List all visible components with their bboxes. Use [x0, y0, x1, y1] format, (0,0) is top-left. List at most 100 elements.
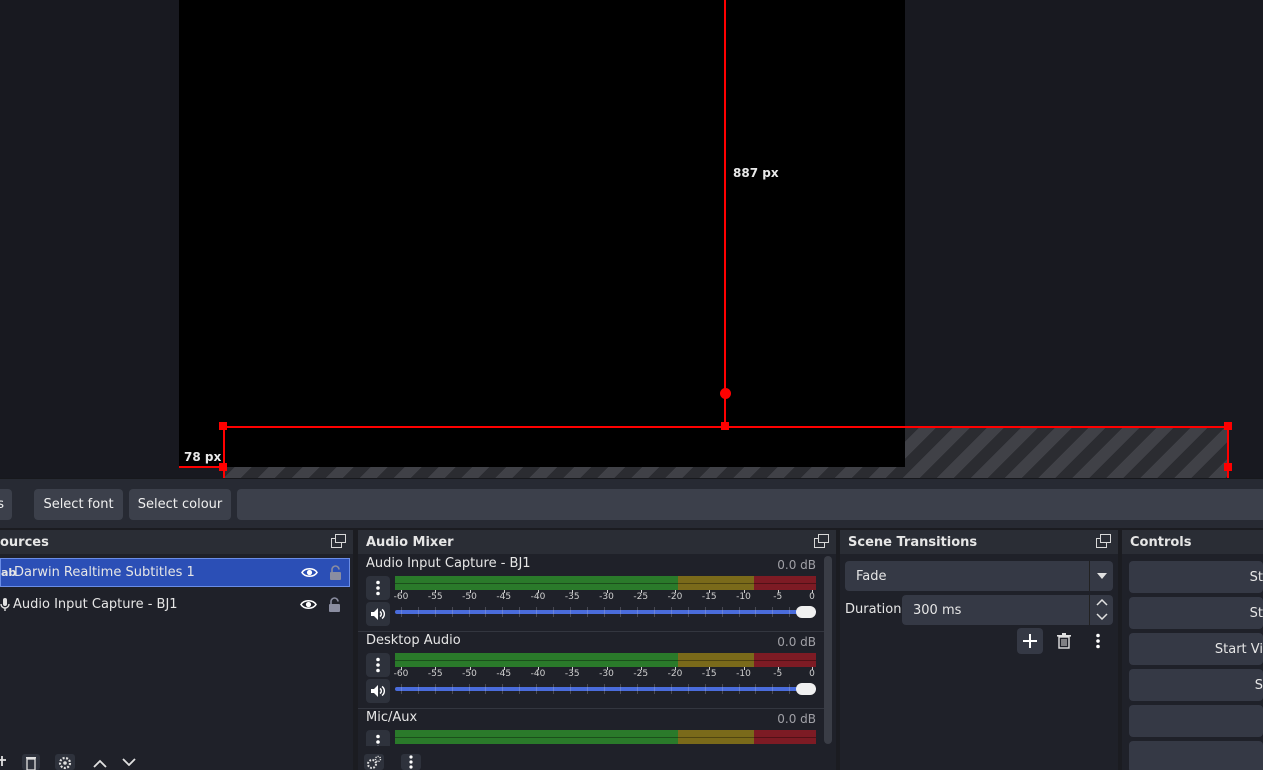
- sources-dock: ources ab Darwin Realtime Subtitles 1 Au…: [0, 530, 353, 770]
- kebab-menu-icon: [376, 657, 380, 673]
- slider-tick: [468, 607, 470, 617]
- resize-handle-middle-right[interactable]: [1224, 463, 1232, 471]
- channel-menu-button[interactable]: [366, 730, 390, 746]
- text-input[interactable]: [237, 489, 1263, 520]
- kebab-menu-icon: [376, 734, 380, 746]
- chevron-down-icon[interactable]: [1096, 613, 1108, 620]
- transition-select-value: Fade: [856, 568, 887, 584]
- advanced-audio-gear-icon[interactable]: [364, 754, 384, 770]
- duration-label: Duration: [845, 602, 902, 617]
- slider-tick: [687, 607, 689, 617]
- slider-tick: [671, 607, 672, 617]
- scale-label: -20: [667, 592, 683, 602]
- scale-label: -5: [773, 592, 783, 602]
- slider-tick: [536, 684, 537, 694]
- slider-tick: [755, 607, 757, 617]
- add-transition-button[interactable]: [1017, 628, 1043, 654]
- slider-tick: [502, 607, 504, 617]
- select-colour-button[interactable]: Select colour: [129, 489, 231, 520]
- visibility-eye-icon[interactable]: [300, 599, 317, 610]
- settings-button[interactable]: [1129, 705, 1263, 737]
- sources-dock-header: ources: [0, 530, 353, 554]
- channel-name: Mic/Aux: [366, 710, 418, 725]
- transition-select[interactable]: Fade: [845, 561, 1113, 591]
- properties-button-label: s: [0, 497, 4, 512]
- start-virtual-camera-button[interactable]: Start Vi: [1129, 633, 1263, 665]
- start-streaming-button[interactable]: St: [1129, 561, 1263, 593]
- slider-tick: [755, 684, 757, 694]
- scale-label: -25: [633, 592, 649, 602]
- slider-tick: [485, 607, 487, 617]
- resize-handle-top-center[interactable]: [721, 422, 729, 430]
- source-label: Audio Input Capture - BJ1: [13, 597, 178, 612]
- scale-label: -45: [496, 669, 512, 679]
- undock-icon[interactable]: [331, 534, 347, 549]
- slider-tick: [654, 684, 656, 694]
- slider-tick: [485, 684, 487, 694]
- slider-tick: [417, 607, 419, 617]
- channel-name: Desktop Audio: [366, 633, 461, 648]
- select-font-label: Select font: [43, 497, 114, 512]
- undock-icon[interactable]: [814, 534, 830, 549]
- slider-tick: [671, 684, 672, 694]
- mixer-menu-icon[interactable]: [401, 754, 421, 770]
- volume-meter: [395, 576, 816, 590]
- studio-mode-button[interactable]: S: [1129, 669, 1263, 701]
- scale-label: -30: [599, 592, 614, 602]
- slider-tick: [468, 684, 470, 694]
- scale-label: 0: [809, 592, 815, 602]
- exit-button[interactable]: [1129, 741, 1263, 770]
- scale-label: -30: [599, 669, 614, 679]
- transition-properties-button[interactable]: [1085, 628, 1111, 654]
- slider-tick: [654, 607, 656, 617]
- scale-label: -40: [530, 592, 546, 602]
- scale-label: -35: [564, 592, 580, 602]
- trash-icon[interactable]: [22, 754, 40, 770]
- scene-canvas[interactable]: [179, 0, 905, 467]
- scale-label: -55: [427, 669, 443, 679]
- resize-handle-top-left[interactable]: [219, 422, 227, 430]
- spin-buttons[interactable]: [1089, 595, 1113, 625]
- slider-tick: [451, 607, 453, 617]
- source-item-darwin-subtitles[interactable]: ab Darwin Realtime Subtitles 1: [0, 558, 350, 587]
- move-down-icon[interactable]: [119, 756, 139, 766]
- slider-tick: [451, 684, 453, 694]
- slider-tick: [519, 607, 521, 617]
- mute-button[interactable]: [366, 602, 390, 626]
- slider-tick: [502, 684, 504, 694]
- text-properties-toolbar: s Select font Select colour: [0, 478, 1263, 528]
- volume-slider-knob[interactable]: [796, 606, 816, 618]
- unlocked-icon[interactable]: [329, 565, 342, 580]
- channel-menu-button[interactable]: [366, 653, 390, 677]
- volume-slider-knob[interactable]: [796, 683, 816, 695]
- channel-menu-button[interactable]: [366, 576, 390, 600]
- chevron-up-icon[interactable]: [1096, 599, 1108, 606]
- mixer-scrollbar[interactable]: [824, 556, 832, 744]
- preview-canvas[interactable]: 887 px 78 px: [0, 0, 1263, 478]
- sources-toolbar: [0, 752, 353, 770]
- resize-handle-top-right[interactable]: [1224, 422, 1232, 430]
- slider-tick: [519, 684, 521, 694]
- scale-label: -15: [701, 592, 717, 602]
- mute-button[interactable]: [366, 679, 390, 703]
- meter-scale: -60 -55 -50 -45 -40 -35 -30 -25 -20 -15 -10 -5 0: [394, 667, 816, 679]
- add-source-icon[interactable]: [0, 756, 8, 766]
- scale-label: -45: [496, 592, 512, 602]
- gear-icon[interactable]: [55, 754, 75, 770]
- slider-tick: [620, 684, 622, 694]
- source-item-audio-input[interactable]: Audio Input Capture - BJ1: [0, 590, 350, 619]
- duration-spinbox[interactable]: 300 ms: [902, 595, 1113, 625]
- undock-icon[interactable]: [1096, 534, 1112, 549]
- properties-button[interactable]: s: [0, 489, 12, 520]
- start-recording-button[interactable]: St: [1129, 597, 1263, 629]
- remove-transition-button[interactable]: [1051, 628, 1077, 654]
- select-font-button[interactable]: Select font: [34, 489, 123, 520]
- visibility-eye-icon[interactable]: [301, 567, 318, 578]
- scale-label: -15: [701, 669, 717, 679]
- microphone-icon: [0, 597, 10, 611]
- unlocked-icon[interactable]: [328, 597, 341, 612]
- source-label: Darwin Realtime Subtitles 1: [14, 565, 195, 580]
- slider-tick: [417, 684, 419, 694]
- move-up-icon[interactable]: [90, 758, 110, 768]
- slider-tick: [738, 607, 740, 617]
